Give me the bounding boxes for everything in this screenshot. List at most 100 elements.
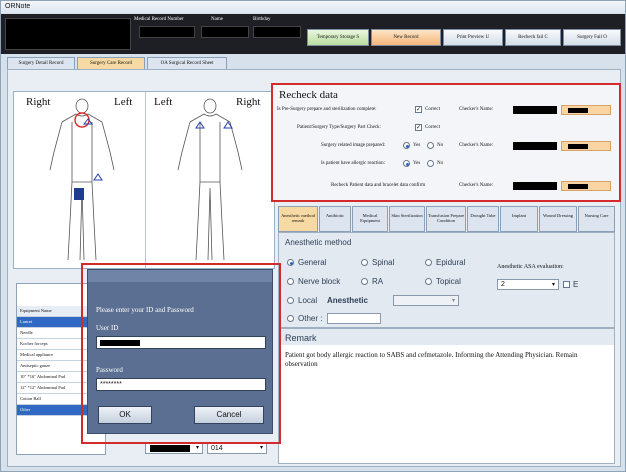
tab-skin-sterilization[interactable]: Skin Sterilization: [389, 206, 425, 232]
bracelet-confirm-label: Recheck Patient data and bracelet data c…: [331, 183, 426, 188]
name-label: Name: [211, 17, 223, 22]
checker-name-label: Checker's Name:: [459, 143, 494, 148]
recheck-row-bracelet: Recheck Patient data and bracelet data c…: [273, 181, 619, 192]
image-prepared-label: Surgery related image prepared:: [321, 143, 386, 148]
recheck-data-panel: Recheck data Is Pre-Surgery prepare and …: [271, 83, 621, 202]
allergy-yes-label: Yes: [413, 161, 421, 166]
asa-e-label: E: [573, 280, 579, 289]
epidural-radio[interactable]: [425, 259, 432, 266]
recheck-row-image: Surgery related image prepared: Yes No C…: [273, 141, 619, 152]
recheck-row-allergy: Is patient have allergic reaction: Yes N…: [273, 160, 619, 170]
topical-radio[interactable]: [425, 278, 432, 285]
image-no-label: No: [437, 143, 444, 148]
new-record-button[interactable]: New Record: [371, 29, 441, 46]
tab-surgery-detail-record[interactable]: Surgery Detail Record: [7, 57, 75, 69]
password-input[interactable]: ********: [96, 378, 266, 391]
app-window: ORNote Medical Record Number Name Birthd…: [0, 0, 626, 472]
logo-box: [5, 18, 131, 50]
body-map: Right Left Left Right: [13, 91, 276, 270]
recheck-row-sterilization: Is Pre-Surgery prepare and sterilization…: [273, 105, 619, 116]
medical-record-number-value: [139, 26, 195, 38]
temporary-storage-button[interactable]: Temporary Storage S: [307, 29, 369, 46]
anesthetic-agent-select[interactable]: ▾: [393, 295, 459, 306]
general-radio[interactable]: [287, 259, 294, 266]
recheck-row-patient-check: Patient/Surgery Type/Surgery Part Check:…: [273, 124, 619, 134]
epidural-label: Epidural: [436, 258, 466, 267]
chevron-down-icon: ▾: [259, 445, 263, 451]
spinal-label: Spinal: [372, 258, 395, 267]
tab-surgery-care-record[interactable]: Surgery Care Record: [77, 57, 145, 69]
checker-stamp-box[interactable]: [561, 181, 611, 191]
medical-record-number-label: Medical Record Number: [134, 17, 184, 22]
recheck-title: Recheck data: [279, 89, 338, 101]
checker-name-value: [513, 182, 557, 190]
local-label: Local: [298, 296, 318, 305]
sterilization-label: Is Pre-Surgery prepare and sterilization…: [277, 107, 377, 112]
ra-label: RA: [372, 277, 384, 286]
local-radio[interactable]: [287, 297, 294, 304]
checker-stamp-box[interactable]: [561, 105, 611, 115]
checker-name-value: [513, 142, 557, 150]
user-id-input[interactable]: [96, 336, 266, 349]
allergy-label: Is patient have allergic reaction:: [321, 161, 386, 166]
general-label: General: [298, 258, 327, 267]
dialog-titlebar: [88, 270, 272, 282]
tab-transfusion[interactable]: Transfusion Prepare Condition: [426, 206, 466, 232]
ra-radio[interactable]: [361, 278, 368, 285]
asa-label: Anesthetic ASA evaluation:: [497, 264, 564, 270]
asa-select[interactable]: 2 ▾: [497, 279, 559, 290]
checker-name-label: Checker's Name:: [459, 183, 494, 188]
sterilization-checkbox[interactable]: ✓: [415, 106, 422, 113]
tab-implant[interactable]: Implant: [500, 206, 538, 232]
image-yes-label: Yes: [413, 143, 421, 148]
tab-antibiotic[interactable]: Antibiotic: [319, 206, 351, 232]
chevron-down-icon: ▾: [195, 445, 199, 451]
remark-section: Remark Patient got body allergic reactio…: [278, 328, 615, 464]
image-yes-radio[interactable]: [403, 142, 410, 149]
user-id-label: User ID: [96, 324, 119, 332]
tab-drought-tube[interactable]: Drought Tube: [467, 206, 499, 232]
tab-medical-equipment[interactable]: Medical Equipment: [352, 206, 388, 232]
sterilization-option-label: Correct: [425, 107, 440, 112]
checker-name-label: Checker's Name:: [459, 107, 494, 112]
ok-button[interactable]: OK: [98, 406, 152, 424]
birthday-value: [253, 26, 301, 38]
other-input[interactable]: [327, 313, 381, 324]
topical-label: Topical: [436, 277, 461, 286]
allergy-yes-radio[interactable]: [403, 160, 410, 167]
checker-name-value: [513, 106, 557, 114]
tab-oa-surgical-record-sheet[interactable]: OA Surgical Record Sheet: [147, 57, 227, 69]
anesthetic-section-title: Anesthetic method: [285, 238, 352, 247]
allergy-no-label: No: [437, 161, 444, 166]
remark-title: Remark: [285, 333, 317, 343]
patient-name-value: [201, 26, 249, 38]
chevron-down-icon: ▾: [551, 282, 555, 288]
login-dialog: Please enter your ID and Password User I…: [87, 269, 273, 434]
asa-e-checkbox[interactable]: [563, 281, 570, 288]
other-radio[interactable]: [287, 315, 294, 322]
tab-anesthetic-method[interactable]: Anesthetic method remark: [278, 206, 318, 232]
nerve-block-label: Nerve block: [298, 277, 341, 286]
cancel-button[interactable]: Cancel: [194, 406, 264, 424]
other-label: Other :: [298, 314, 323, 323]
patient-check-label: Patient/Surgery Type/Surgery Part Check:: [297, 125, 381, 130]
birthday-label: Birthday: [253, 17, 271, 22]
tab-wound-dressing[interactable]: Wound Dressing: [539, 206, 577, 232]
spinal-radio[interactable]: [361, 259, 368, 266]
tab-nursing-care[interactable]: Nursing Care: [578, 206, 615, 232]
remark-textarea[interactable]: Patient got body allergic reaction to SA…: [285, 351, 607, 369]
room-value: 014: [211, 445, 223, 452]
surgery-fail-button[interactable]: Surgery Fail O: [563, 29, 621, 46]
body-outline-figures[interactable]: [14, 92, 276, 270]
allergy-no-radio[interactable]: [427, 160, 434, 167]
patient-check-checkbox[interactable]: ✓: [415, 124, 422, 131]
anesthetic-agent-label: Anesthetic: [327, 296, 368, 305]
checker-stamp-box[interactable]: [561, 141, 611, 151]
print-preview-button[interactable]: Print Preview U: [443, 29, 503, 46]
nerve-block-radio[interactable]: [287, 278, 294, 285]
window-title: ORNote: [1, 1, 625, 13]
recheck-fail-button[interactable]: Recheck fail C: [505, 29, 561, 46]
password-label: Password: [96, 366, 123, 374]
patient-check-option-label: Correct: [425, 125, 440, 130]
image-no-radio[interactable]: [427, 142, 434, 149]
